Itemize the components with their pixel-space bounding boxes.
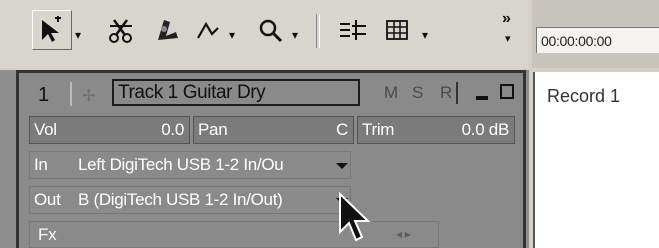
toolbar-separator [316,14,320,48]
trim-label: Trim [362,120,395,139]
snap-button[interactable] [338,10,368,50]
input-label: In [34,155,48,174]
clip-label: Record 1 [547,86,621,106]
vol-label: Vol [34,120,57,139]
mute-button[interactable]: M [384,83,398,103]
fx-scroll-arrows-icon[interactable]: ◂ ▸ [396,222,411,247]
toolbar: ▾ ▾ ▾ ▾ » ▾ [0,0,528,68]
toolbar-overflow-icon[interactable]: » [502,10,511,28]
time-panel: 00:00:00:00 [532,0,659,68]
minimize-track-icon[interactable] [476,96,488,100]
grid-button[interactable] [384,10,410,50]
erase-tool-icon [158,20,178,40]
envelope-tool-icon [197,21,219,39]
output-selector[interactable]: Out B (DigiTech USB 1-2 In/Out) [29,186,351,214]
solo-button[interactable]: S [412,83,423,103]
smart-tool-button[interactable] [32,10,72,50]
pan-value: C [336,120,348,139]
maximize-track-icon[interactable] [500,84,514,99]
track-type-icon: ✢ [82,88,96,105]
grid-icon [386,20,408,40]
trim-value: 0.0 dB [461,120,510,139]
scissors-icon [109,19,132,43]
envelope-tool-button[interactable] [196,10,222,50]
pan-control[interactable]: Pan C [193,116,354,144]
envelope-tool-dropdown-icon[interactable]: ▾ [229,28,235,42]
track-name-field[interactable]: Track 1 Guitar Dry [112,79,360,106]
record-arm-button[interactable]: R [440,83,452,103]
trim-control[interactable]: Trim 0.0 dB [357,116,515,144]
vol-control[interactable]: Vol 0.0 [29,116,190,144]
time-display[interactable]: 00:00:00:00 [536,27,659,53]
grid-dropdown-icon[interactable]: ▾ [422,28,428,42]
clips-panel[interactable]: Record 1 [533,72,659,248]
scissors-button[interactable] [108,10,134,50]
smart-tool-dropdown-icon[interactable]: ▾ [75,28,81,42]
input-selector[interactable]: In Left DigiTech USB 1-2 In/Ou [29,151,351,179]
track-number-divider [70,82,72,106]
output-label: Out [34,190,61,209]
toolbar-overflow-dropdown-icon[interactable]: ▾ [505,32,511,45]
track-number: 1 [38,84,50,106]
fx-label: Fx [38,225,57,244]
vol-value: 0.0 [161,120,184,139]
track-button-divider [456,82,458,104]
snap-icon [340,20,366,40]
zoom-dropdown-icon[interactable]: ▾ [292,28,298,42]
zoom-button[interactable] [258,10,284,50]
output-value: B (DigiTech USB 1-2 In/Out) [78,190,283,209]
mouse-cursor-icon [339,192,371,242]
smart-tool-icon [42,16,61,42]
erase-tool-button[interactable] [154,10,180,50]
fx-bin[interactable]: Fx ◂ ▸ [29,221,439,248]
zoom-icon [259,19,283,43]
input-dropdown-icon[interactable] [336,163,348,169]
pan-label: Pan [198,120,228,139]
input-value: Left DigiTech USB 1-2 In/Ou [78,155,284,174]
